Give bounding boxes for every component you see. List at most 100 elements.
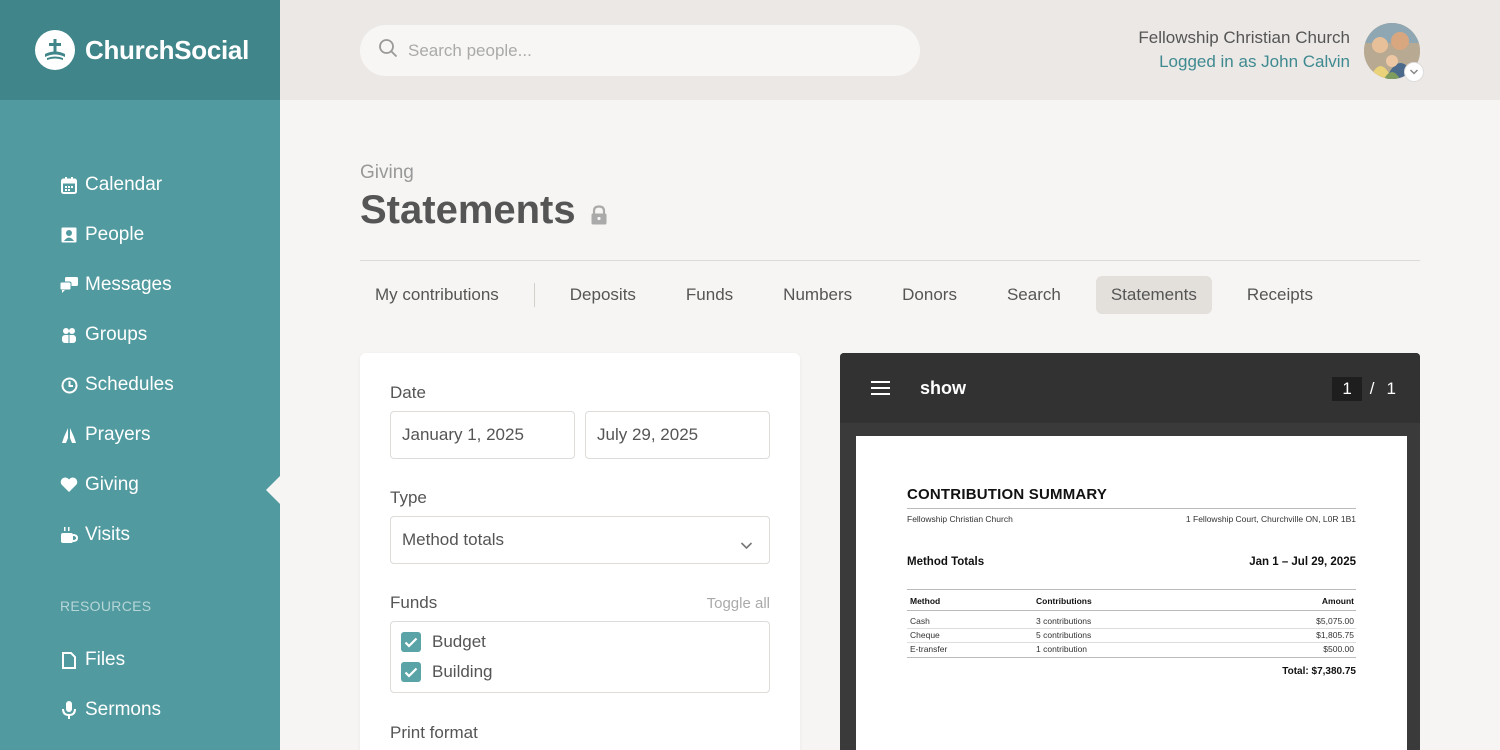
document-title: CONTRIBUTION SUMMARY: [907, 486, 1108, 503]
table-cell: $5,075.00: [1316, 616, 1354, 626]
sidebar-item-label: Giving: [85, 474, 139, 495]
main-nav: Calendar People Messages Groups Schedule…: [0, 160, 280, 560]
breadcrumb[interactable]: Giving: [360, 162, 414, 184]
table-rule-header: [907, 610, 1356, 611]
type-label: Type: [390, 488, 427, 507]
sidebar: ChurchSocial Calendar People Messages Gr…: [0, 0, 280, 750]
divider: [360, 260, 1420, 261]
file-icon: [60, 651, 78, 669]
sidebar-item-prayers[interactable]: Prayers: [0, 410, 280, 460]
tab-search[interactable]: Search: [992, 276, 1076, 314]
section-title: Method Totals: [907, 556, 985, 568]
sidebar-item-files[interactable]: Files: [0, 635, 280, 685]
pdf-toolbar: show 1 / 1: [840, 353, 1420, 423]
page-separator: /: [1369, 379, 1375, 398]
calendar-icon: [60, 176, 78, 194]
menu-icon[interactable]: [871, 381, 890, 400]
lock-icon: [590, 190, 608, 235]
resources-heading: RESOURCES: [60, 598, 152, 614]
sidebar-item-visits[interactable]: Visits: [0, 510, 280, 560]
tab-statements[interactable]: Statements: [1095, 276, 1212, 314]
date-to-field[interactable]: July 29, 2025: [585, 411, 770, 459]
microphone-icon: [60, 701, 78, 719]
chevron-down-icon: [740, 535, 753, 555]
table-cell: $1,805.75: [1316, 630, 1354, 640]
sidebar-item-people[interactable]: People: [0, 210, 280, 260]
fund-label: Building: [432, 662, 493, 681]
sidebar-item-label: Prayers: [85, 424, 151, 445]
people-icon: [60, 226, 78, 244]
tab-deposits[interactable]: Deposits: [555, 276, 651, 314]
table-cell: E-transfer: [910, 644, 948, 654]
tab-bar: My contributions Deposits Funds Numbers …: [360, 276, 1348, 314]
sidebar-item-schedules[interactable]: Schedules: [0, 360, 280, 410]
current-page-input[interactable]: 1: [1332, 377, 1362, 401]
table-cell: 5 contributions: [1036, 630, 1092, 640]
date-range: Jan 1 – Jul 29, 2025: [1249, 556, 1356, 568]
table-rule-bottom: [907, 657, 1356, 658]
sidebar-item-label: Sermons: [85, 699, 162, 720]
organization-name: Fellowship Christian Church: [1138, 28, 1350, 47]
column-header: Contributions: [1036, 596, 1092, 606]
pdf-viewer: show 1 / 1 CONTRIBUTION SUMMARY Fellowsh…: [840, 353, 1420, 750]
clock-icon: [60, 376, 78, 394]
total-pages: 1: [1386, 379, 1396, 398]
checkbox-checked-icon[interactable]: [401, 662, 421, 682]
sidebar-item-label: Schedules: [85, 374, 174, 395]
resources-nav: Files Sermons: [0, 635, 280, 735]
document-church: Fellowship Christian Church: [907, 514, 1013, 524]
fund-label: Budget: [432, 632, 486, 651]
date-to-value: July 29, 2025: [597, 425, 699, 444]
sidebar-item-label: Groups: [85, 324, 148, 345]
sidebar-item-groups[interactable]: Groups: [0, 310, 280, 360]
sidebar-item-calendar[interactable]: Calendar: [0, 160, 280, 210]
fund-building-option[interactable]: Building: [401, 662, 493, 682]
sidebar-item-label: People: [85, 224, 145, 245]
table-cell: $500.00: [1323, 644, 1354, 654]
tab-funds[interactable]: Funds: [671, 276, 748, 314]
coffee-cup-icon: [60, 526, 78, 544]
sidebar-item-label: Calendar: [85, 174, 163, 195]
pdf-page: CONTRIBUTION SUMMARY Fellowship Christia…: [856, 436, 1407, 750]
page-title-wrap: Statements: [360, 186, 608, 235]
brand-name: ChurchSocial: [85, 34, 249, 65]
table-rule-top: [907, 589, 1356, 590]
search-icon: [378, 38, 398, 63]
tab-numbers[interactable]: Numbers: [768, 276, 867, 314]
tab-receipts[interactable]: Receipts: [1232, 276, 1328, 314]
tab-my-contributions[interactable]: My contributions: [360, 276, 514, 314]
groups-icon: [60, 326, 78, 344]
date-label: Date: [390, 383, 426, 402]
date-from-field[interactable]: January 1, 2025: [390, 411, 575, 459]
funds-label: Funds: [390, 593, 438, 612]
column-header: Amount: [1321, 596, 1354, 606]
search-box[interactable]: [360, 25, 920, 76]
date-from-value: January 1, 2025: [402, 425, 524, 444]
sidebar-item-label: Files: [85, 649, 126, 670]
toggle-all-link[interactable]: Toggle all: [707, 595, 770, 612]
table-cell: Cash: [910, 616, 930, 626]
table-row-rule: [907, 628, 1356, 629]
statement-form: Date January 1, 2025 July 29, 2025 Type …: [360, 353, 800, 750]
tab-separator: [533, 283, 535, 307]
search-input[interactable]: [408, 40, 888, 61]
sidebar-item-sermons[interactable]: Sermons: [0, 685, 280, 735]
document-rule: [907, 508, 1356, 509]
sidebar-item-giving[interactable]: Giving: [0, 460, 280, 510]
fund-budget-option[interactable]: Budget: [401, 632, 486, 652]
logged-in-link[interactable]: Logged in as John Calvin: [1138, 52, 1350, 72]
table-cell: 1 contribution: [1036, 644, 1088, 654]
type-select[interactable]: Method totals: [390, 516, 770, 564]
top-bar: Fellowship Christian Church Logged in as…: [280, 0, 1500, 100]
column-header: Method: [910, 596, 941, 606]
type-select-value: Method totals: [402, 530, 505, 549]
heart-icon: [60, 476, 78, 494]
brand[interactable]: ChurchSocial: [0, 0, 280, 100]
church-logo-icon: [35, 30, 75, 70]
document-total: Total: $7,380.75: [1282, 666, 1356, 677]
checkbox-checked-icon[interactable]: [401, 632, 421, 652]
chevron-down-icon[interactable]: [1404, 62, 1424, 82]
tab-donors[interactable]: Donors: [887, 276, 972, 314]
sidebar-item-label: Visits: [85, 524, 131, 545]
sidebar-item-messages[interactable]: Messages: [0, 260, 280, 310]
